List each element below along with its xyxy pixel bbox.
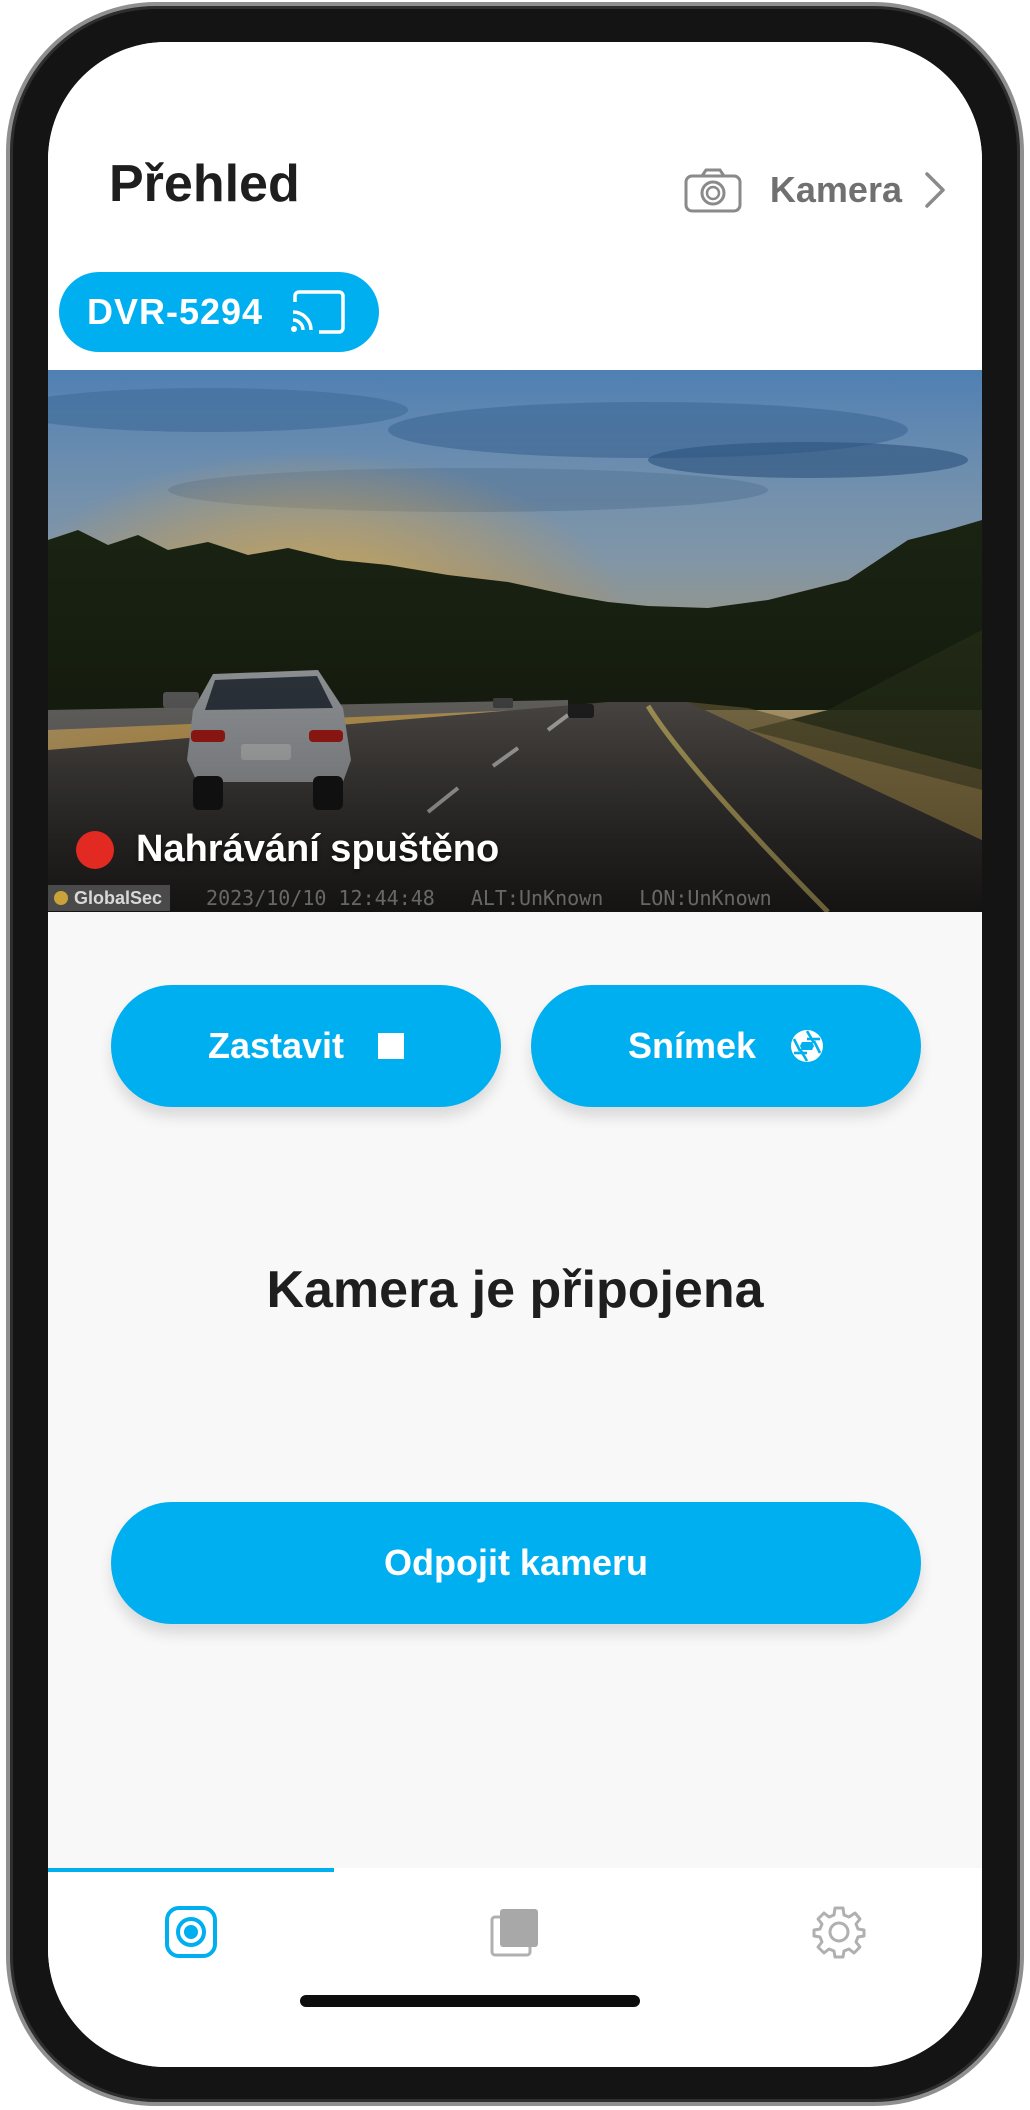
overlay-longitude: LON:UnKnown	[639, 886, 772, 910]
tab-gallery[interactable]	[372, 1872, 658, 1992]
app-screen: Přehled Kamera DVR-5294 Nahrávání spuště…	[48, 42, 982, 2067]
connection-status-text: Kamera je připojena	[266, 1261, 764, 1319]
cast-icon	[291, 290, 345, 334]
chevron-right-icon	[925, 172, 945, 208]
tab-live[interactable]	[48, 1872, 334, 1992]
stop-recording-button[interactable]: Zastavit	[111, 985, 501, 1107]
recording-status-label: Nahrávání spuštěno	[136, 828, 500, 870]
camera-icon	[684, 168, 742, 213]
recording-status: Nahrávání spuštěno	[76, 828, 499, 871]
overlay-altitude: ALT:UnKnown	[470, 886, 604, 910]
page-title: Přehled	[109, 155, 300, 213]
bottom-nav	[48, 1868, 982, 2067]
device-name: DVR-5294	[87, 291, 264, 332]
disconnect-button-label: Odpojit kameru	[383, 1542, 649, 1583]
device-chip[interactable]: DVR-5294	[59, 272, 379, 352]
header: Přehled Kamera	[48, 42, 982, 252]
snapshot-button-label: Snímek	[627, 1025, 757, 1066]
camera-link[interactable]: Kamera	[684, 160, 946, 220]
brand-badge: GlobalSec	[48, 885, 171, 911]
stop-icon	[378, 1033, 405, 1059]
video-overlay-info: GlobalSec 2023/10/10 12:44:48 ALT:UnKnow…	[48, 885, 772, 911]
stop-button-label: Zastavit	[207, 1025, 345, 1066]
aperture-icon	[791, 1030, 824, 1062]
brand-name: GlobalSec	[74, 887, 163, 908]
settings-gear-icon	[812, 1906, 866, 1959]
brand-logo-icon	[54, 891, 68, 905]
live-camera-icon	[165, 1906, 217, 1958]
home-indicator[interactable]	[300, 1995, 640, 2007]
snapshot-button[interactable]: Snímek	[531, 985, 921, 1107]
tab-settings[interactable]	[696, 1872, 982, 1992]
camera-live-preview[interactable]: Nahrávání spuštěno GlobalSec 2023/10/10 …	[48, 370, 982, 912]
recording-dot-icon	[76, 830, 114, 869]
disconnect-camera-button[interactable]: Odpojit kameru	[111, 1502, 921, 1624]
overlay-datetime: 2023/10/10 12:44:48	[206, 886, 435, 910]
gallery-icon	[490, 1909, 538, 1957]
camera-link-label: Kamera	[769, 169, 902, 210]
